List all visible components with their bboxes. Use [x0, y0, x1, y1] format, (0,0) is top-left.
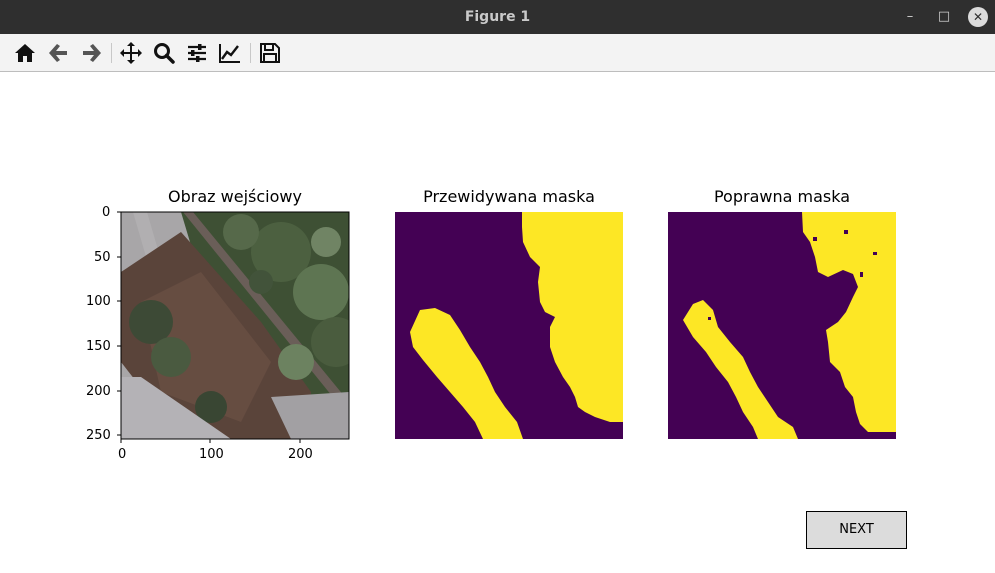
zoom-button[interactable]: [150, 39, 178, 67]
input-image-axes: [117, 211, 350, 443]
y-tick-label: 250: [86, 428, 111, 443]
save-button[interactable]: [256, 39, 284, 67]
true-mask: [668, 212, 896, 439]
zoom-icon: [154, 43, 175, 64]
close-button[interactable]: ✕: [968, 7, 988, 27]
y-tick-label: 200: [86, 384, 111, 399]
pan-button[interactable]: [117, 39, 145, 67]
edit-curves-icon: [219, 44, 240, 63]
panel-title-predicted-mask: Przewidywana maska: [423, 187, 595, 206]
predicted-mask: [395, 212, 623, 439]
window-titlebar: Figure 1 – □ ✕: [0, 0, 995, 34]
y-tick-label: 100: [86, 294, 111, 309]
x-tick-label: 100: [199, 447, 224, 462]
y-tick-label: 150: [86, 339, 111, 354]
forward-arrow-icon: [83, 44, 101, 62]
maximize-button[interactable]: □: [934, 7, 954, 27]
toolbar-separator: [250, 43, 251, 63]
forward-button[interactable]: [77, 39, 105, 67]
y-tick-label: 50: [94, 250, 111, 265]
y-tick-label: 0: [102, 205, 111, 220]
home-icon: [15, 44, 35, 62]
x-tick-label: 200: [288, 447, 313, 462]
toolbar-separator: [111, 43, 112, 63]
save-icon: [260, 43, 280, 63]
back-button[interactable]: [45, 39, 73, 67]
panel-title-true-mask: Poprawna maska: [713, 187, 851, 206]
subplots-config-icon: [188, 44, 206, 62]
true-mask-panel: [668, 212, 896, 439]
predicted-mask-panel: [395, 212, 623, 439]
home-button[interactable]: [11, 39, 39, 67]
subplots-config-button[interactable]: [183, 39, 211, 67]
window-title: Figure 1: [464, 9, 531, 25]
panel-title-input-image: Obraz wejściowy: [168, 187, 302, 206]
minimize-button[interactable]: –: [900, 7, 920, 27]
next-button[interactable]: NEXT: [806, 511, 907, 549]
x-tick-label: 0: [118, 447, 127, 462]
pan-icon: [120, 42, 142, 64]
back-arrow-icon: [49, 44, 67, 62]
edit-curves-button[interactable]: [216, 39, 244, 67]
navigation-toolbar: [0, 34, 995, 72]
